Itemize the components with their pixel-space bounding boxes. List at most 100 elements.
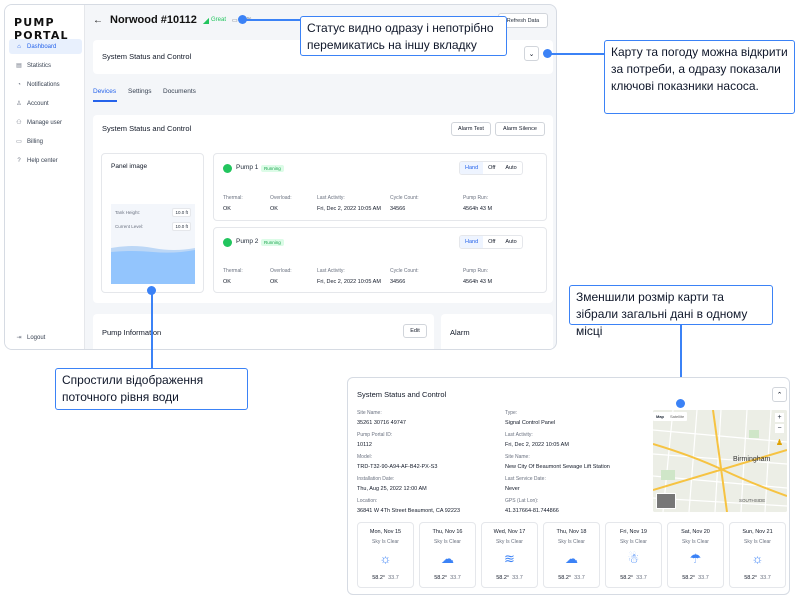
pegman-icon[interactable]: ♟ bbox=[776, 438, 783, 447]
collapse-chevron-button[interactable]: ⌃ bbox=[772, 387, 787, 402]
sidebar-item-help-center[interactable]: ? Help center bbox=[9, 153, 82, 168]
pump-2-mode-selector: Hand Off Auto bbox=[459, 235, 523, 249]
map-tab-satellite[interactable]: Satellite bbox=[667, 412, 687, 421]
weather-temps: 58.2° 33.7 bbox=[482, 575, 537, 581]
tab-devices[interactable]: Devices bbox=[93, 88, 116, 95]
temp-low: 33.7 bbox=[388, 575, 399, 581]
snow-cloud-icon: ☃ bbox=[627, 551, 640, 566]
gps-label: GPS (Lat Lon): bbox=[505, 498, 539, 504]
rain-cloud-icon: ☂ bbox=[689, 551, 702, 566]
site-name-value: 35261 30716 49747 bbox=[357, 420, 406, 426]
weather-day-5: Fri, Nov 19 Sky Is Clear ☃ 58.2° 33.7 bbox=[605, 522, 662, 588]
pump-1-run-value: 4564h 43 M bbox=[463, 206, 493, 212]
weather-date: Wed, Nov 17 bbox=[493, 529, 526, 535]
pump-2-overload-value: OK bbox=[270, 279, 278, 285]
callout-map: Карту та погоду можна відкрити за потреб… bbox=[604, 40, 795, 114]
portal-id-label: Pump Portal ID: bbox=[357, 432, 393, 438]
pump-1-cycle-value: 34566 bbox=[390, 206, 406, 212]
type-label: Type: bbox=[505, 410, 518, 416]
weather-temps: 58.2° 33.7 bbox=[730, 575, 785, 581]
sun-icon: ☼ bbox=[379, 551, 392, 566]
signal-icon: ◢ bbox=[202, 15, 209, 25]
pump-2-run-value: 4564h 43 M bbox=[463, 279, 493, 285]
sun-icon: ☼ bbox=[751, 551, 764, 566]
site-name-label: Site Name: bbox=[357, 410, 382, 416]
panel-image-card: Panel image Tank Height: 10.0 ft Current… bbox=[101, 153, 204, 293]
map-zoom-out-button[interactable]: − bbox=[775, 424, 784, 433]
pump-1-mode-hand[interactable]: Hand bbox=[460, 162, 484, 174]
cloud-sun-icon: ☁ bbox=[441, 551, 454, 566]
pump-1-run-label: Pump Run: bbox=[463, 195, 489, 201]
pump-1-status-dot bbox=[223, 164, 232, 173]
pump-2-mode-off[interactable]: Off bbox=[483, 236, 500, 248]
alarm-test-button[interactable]: Alarm Test bbox=[451, 122, 491, 136]
temp-high: 58.2° bbox=[744, 575, 758, 581]
pump-1-status-badge: Running bbox=[261, 165, 284, 172]
status-text: Great bbox=[210, 17, 226, 23]
cloud-icon: ☁ bbox=[565, 551, 578, 566]
map-district-label: SOUTHSIDE bbox=[739, 498, 766, 503]
system-bar-title: System Status and Control bbox=[102, 52, 192, 61]
sidebar-item-notifications[interactable]: ◔ Notifications bbox=[9, 77, 82, 92]
callout-water: Спростили відображення поточного рівня в… bbox=[55, 368, 248, 410]
pump-2-overload-label: Overload: bbox=[270, 268, 292, 274]
pump-1-cycle-label: Cycle Count: bbox=[390, 195, 419, 201]
sidebar: PUMP PORTAL ⌂ Dashboard ▤ Statistics ◔ Noti… bbox=[5, 5, 85, 349]
chevron-down-icon: ⌄ bbox=[528, 50, 535, 58]
location-value: 36841 W 4Th Street Beaumont, CA 92223 bbox=[357, 508, 461, 514]
pump-2-mode-hand[interactable]: Hand bbox=[460, 236, 484, 248]
temp-high: 58.2° bbox=[372, 575, 386, 581]
pump-2-status-dot bbox=[223, 238, 232, 247]
control-card-title: System Status and Control bbox=[102, 124, 192, 133]
temp-low: 33.7 bbox=[698, 575, 709, 581]
pump-1-activity-label: Last Activity: bbox=[317, 195, 345, 201]
logout-button[interactable]: ⇥ Logout bbox=[9, 330, 82, 345]
callout-map-connector bbox=[547, 53, 605, 55]
pump-1-mode-off[interactable]: Off bbox=[483, 162, 500, 174]
pump-2-card: Pump 2 Running Hand Off Auto Thermal: OK… bbox=[213, 227, 547, 293]
weather-sky: Sky Is Clear bbox=[434, 539, 461, 545]
weather-temps: 58.2° 33.7 bbox=[606, 575, 661, 581]
callout-map-marker bbox=[543, 49, 552, 58]
expand-chevron-button[interactable]: ⌄ bbox=[524, 46, 539, 61]
install-date-label: Installation Date: bbox=[357, 476, 395, 482]
pump-1-thermal-value: OK bbox=[223, 206, 231, 212]
map-tab-map[interactable]: Map bbox=[653, 412, 667, 421]
sidebar-item-billing[interactable]: ▭ Billing bbox=[9, 134, 82, 149]
last-activity-value: Fri, Dec 2, 2022 10:05 AM bbox=[505, 442, 569, 448]
alarm-silence-button[interactable]: Alarm Silence bbox=[495, 122, 545, 136]
map[interactable]: Map Satellite Birmingham SOUTHSIDE + − ♟ bbox=[653, 410, 787, 512]
pump-1-mode-selector: Hand Off Auto bbox=[459, 161, 523, 175]
gps-value: 41.317664-81.744866 bbox=[505, 508, 559, 514]
map-layer-thumbnail[interactable] bbox=[656, 493, 676, 509]
pump-2-mode-auto[interactable]: Auto bbox=[500, 236, 521, 248]
sidebar-item-statistics[interactable]: ▤ Statistics bbox=[9, 58, 82, 73]
sidebar-item-dashboard[interactable]: ⌂ Dashboard bbox=[9, 39, 82, 54]
sidebar-item-manage-user[interactable]: ⚇ Manage user bbox=[9, 115, 82, 130]
map-zoom-in-button[interactable]: + bbox=[775, 413, 784, 422]
tab-settings[interactable]: Settings bbox=[128, 88, 152, 95]
card-icon: ▭ bbox=[16, 139, 22, 145]
sidebar-item-account[interactable]: ♙ Account bbox=[9, 96, 82, 111]
weather-day-1: Mon, Nov 15 Sky Is Clear ☼ 58.2° 33.7 bbox=[357, 522, 414, 588]
callout-status-connector bbox=[243, 19, 301, 21]
weather-day-6: Sat, Nov 20 Sky Is Clear ☂ 58.2° 33.7 bbox=[667, 522, 724, 588]
back-arrow-icon[interactable]: ← bbox=[93, 15, 103, 26]
last-service-value: Never bbox=[505, 486, 520, 492]
pump-1-activity-value: Fri, Dec 2, 2022 10:05 AM bbox=[317, 206, 381, 212]
pump-1-mode-auto[interactable]: Auto bbox=[500, 162, 521, 174]
tab-documents[interactable]: Documents bbox=[163, 88, 196, 95]
temp-high: 58.2° bbox=[558, 575, 572, 581]
pump-2-cycle-label: Cycle Count: bbox=[390, 268, 419, 274]
callout-water-connector bbox=[151, 290, 153, 368]
weather-date: Fri, Nov 19 bbox=[620, 529, 647, 535]
temp-low: 33.7 bbox=[450, 575, 461, 581]
main-area: ← Norwood #10112 ◢ Great ▭ 68% Refresh D… bbox=[86, 5, 556, 349]
home-icon: ⌂ bbox=[17, 43, 21, 50]
edit-button[interactable]: Edit bbox=[403, 324, 427, 338]
pump-1-overload-label: Overload: bbox=[270, 195, 292, 201]
weather-date: Thu, Nov 18 bbox=[556, 529, 587, 535]
pump-1-thermal-label: Thermal: bbox=[223, 195, 243, 201]
location-label: Location: bbox=[357, 498, 378, 504]
last-activity-label: Last Activity: bbox=[505, 432, 533, 438]
